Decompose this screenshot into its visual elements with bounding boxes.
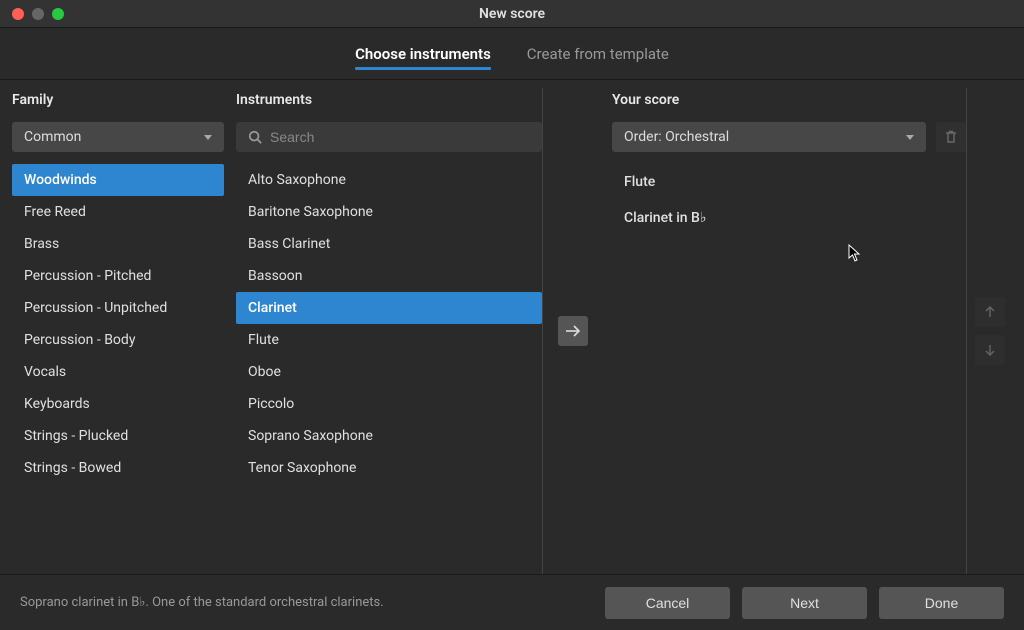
order-value: Order: Orchestral <box>624 129 729 145</box>
family-header: Family <box>12 88 224 122</box>
tabs: Choose instruments Create from template <box>0 28 1024 80</box>
search-box[interactable] <box>236 122 542 152</box>
family-item[interactable]: Percussion - Pitched <box>12 260 224 292</box>
tab-create-from-template[interactable]: Create from template <box>527 32 669 76</box>
score-top-row: Order: Orchestral <box>612 122 966 152</box>
score-header: Your score <box>612 88 966 122</box>
score-item[interactable]: Clarinet in B♭ <box>612 200 966 236</box>
trash-icon <box>944 130 958 144</box>
family-item[interactable]: Woodwinds <box>12 164 224 196</box>
family-item[interactable]: Free Reed <box>12 196 224 228</box>
family-item[interactable]: Vocals <box>12 356 224 388</box>
family-column: Family Common WoodwindsFree ReedBrassPer… <box>12 88 224 574</box>
score-column: Your score Order: Orchestral FluteClarin… <box>612 88 966 574</box>
search-input[interactable] <box>270 129 530 145</box>
reorder-column <box>966 88 1012 574</box>
instrument-item[interactable]: Alto Saxophone <box>236 164 542 196</box>
family-item[interactable]: Strings - Bowed <box>12 452 224 484</box>
score-item[interactable]: Flute <box>612 164 966 200</box>
transfer-column <box>542 88 602 574</box>
instrument-item[interactable]: Clarinet <box>236 292 542 324</box>
chevron-down-icon <box>204 135 212 140</box>
arrow-right-icon <box>565 325 581 337</box>
instrument-item[interactable]: Bassoon <box>236 260 542 292</box>
family-item[interactable]: Keyboards <box>12 388 224 420</box>
done-button[interactable]: Done <box>879 587 1004 619</box>
instruments-list: Alto SaxophoneBaritone SaxophoneBass Cla… <box>236 164 542 484</box>
tab-choose-instruments[interactable]: Choose instruments <box>355 32 491 76</box>
move-down-button[interactable] <box>975 335 1005 365</box>
arrow-down-icon <box>985 344 995 356</box>
family-item[interactable]: Brass <box>12 228 224 260</box>
instrument-item[interactable]: Flute <box>236 324 542 356</box>
window-title: New score <box>479 6 545 22</box>
instrument-item[interactable]: Soprano Saxophone <box>236 420 542 452</box>
main-content: Family Common WoodwindsFree ReedBrassPer… <box>0 80 1024 574</box>
instrument-item[interactable]: Piccolo <box>236 388 542 420</box>
close-window-button[interactable] <box>12 8 24 20</box>
instrument-item[interactable]: Oboe <box>236 356 542 388</box>
order-dropdown[interactable]: Order: Orchestral <box>612 122 926 152</box>
arrow-up-icon <box>985 306 995 318</box>
window-controls <box>0 8 64 20</box>
status-text: Soprano clarinet in B♭. One of the stand… <box>20 595 384 610</box>
minimize-window-button[interactable] <box>32 8 44 20</box>
score-list: FluteClarinet in B♭ <box>612 164 966 236</box>
add-instrument-button[interactable] <box>558 316 588 346</box>
search-icon <box>248 130 262 144</box>
family-item[interactable]: Percussion - Body <box>12 324 224 356</box>
instrument-item[interactable]: Baritone Saxophone <box>236 196 542 228</box>
next-button[interactable]: Next <box>742 587 867 619</box>
instruments-header: Instruments <box>236 88 542 122</box>
chevron-down-icon <box>906 135 914 140</box>
cancel-button[interactable]: Cancel <box>605 587 730 619</box>
move-up-button[interactable] <box>975 297 1005 327</box>
delete-button[interactable] <box>936 122 966 152</box>
instrument-item[interactable]: Tenor Saxophone <box>236 452 542 484</box>
footer: Soprano clarinet in B♭. One of the stand… <box>0 574 1024 630</box>
instrument-item[interactable]: Bass Clarinet <box>236 228 542 260</box>
instruments-column: Instruments Alto SaxophoneBaritone Saxop… <box>236 88 542 574</box>
maximize-window-button[interactable] <box>52 8 64 20</box>
titlebar: New score <box>0 0 1024 28</box>
footer-buttons: Cancel Next Done <box>605 587 1004 619</box>
family-category-dropdown[interactable]: Common <box>12 122 224 152</box>
family-item[interactable]: Strings - Plucked <box>12 420 224 452</box>
family-item[interactable]: Percussion - Unpitched <box>12 292 224 324</box>
family-list: WoodwindsFree ReedBrassPercussion - Pitc… <box>12 164 224 484</box>
family-category-value: Common <box>24 129 81 145</box>
